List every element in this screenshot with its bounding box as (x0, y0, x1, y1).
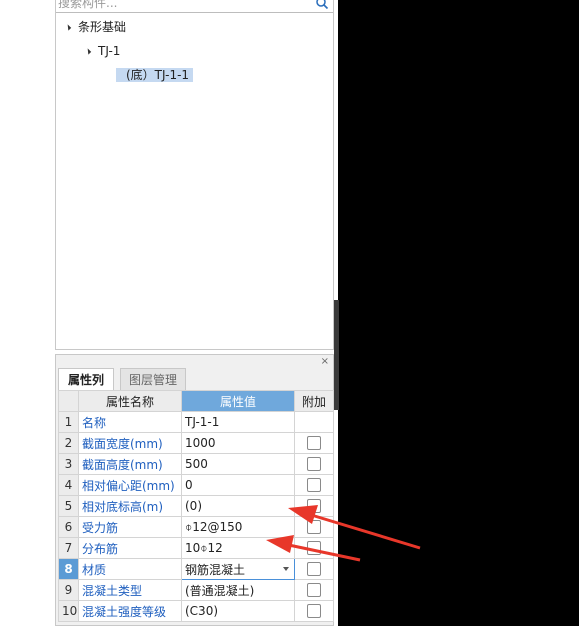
expand-triangle-icon[interactable] (84, 48, 92, 55)
property-table: 属性名称 属性值 附加 1 名称 TJ-1-1 2 截面宽度(mm) 1000 … (58, 390, 334, 622)
search-box (56, 0, 333, 13)
search-icon[interactable] (315, 0, 329, 10)
property-name: 名称 (78, 411, 182, 433)
row-number: 10 (58, 600, 79, 622)
property-name: 截面高度(mm) (78, 453, 182, 475)
property-value[interactable]: (C30) (181, 600, 295, 622)
row-number: 4 (58, 474, 79, 496)
expand-triangle-icon[interactable] (64, 24, 72, 31)
property-name: 材质 (78, 558, 182, 580)
property-name: 混凝土类型 (78, 579, 182, 601)
table-row[interactable]: 8 材质 钢筋混凝土 (58, 558, 334, 580)
table-row[interactable]: 4 相对偏心距(mm) 0 (58, 474, 334, 496)
properties-panel: × 属性列表 图层管理 属性名称 属性值 附加 1 名称 TJ-1-1 2 (55, 354, 334, 626)
extra-checkbox[interactable] (307, 583, 321, 597)
search-input[interactable] (58, 0, 308, 10)
tree-node-label: (底）TJ-1-1 (116, 68, 194, 82)
table-row[interactable]: 10 混凝土强度等级 (C30) (58, 600, 334, 622)
property-value[interactable]: 1000 (181, 432, 295, 454)
row-number: 1 (58, 411, 79, 433)
tree-node-label: 条形基础 (78, 20, 127, 34)
property-name: 分布筋 (78, 537, 182, 559)
property-name-header: 属性名称 (78, 390, 182, 412)
tree-node-label: TJ-1 (98, 44, 121, 58)
table-row[interactable]: 5 相对底标高(m) (0) (58, 495, 334, 517)
table-row[interactable]: 1 名称 TJ-1-1 (58, 411, 334, 433)
property-value[interactable]: 0 (181, 474, 295, 496)
table-row[interactable]: 7 分布筋 10⌽12 (58, 537, 334, 559)
property-value-header: 属性值 (181, 390, 295, 412)
row-number: 5 (58, 495, 79, 517)
row-number-header (58, 390, 79, 412)
row-number: 7 (58, 537, 79, 559)
extra-checkbox[interactable] (307, 562, 321, 576)
dark-background (338, 0, 579, 626)
tree-node-tj1-1[interactable]: (底）TJ-1-1 (116, 65, 194, 85)
extra-checkbox[interactable] (307, 499, 321, 513)
extra-checkbox[interactable] (307, 478, 321, 492)
close-icon[interactable]: × (321, 356, 329, 368)
component-tree-panel: 条形基础 TJ-1 (底）TJ-1-1 (55, 0, 334, 350)
panel-splitter[interactable] (334, 300, 339, 410)
extra-checkbox[interactable] (307, 520, 321, 534)
property-name: 相对偏心距(mm) (78, 474, 182, 496)
table-row[interactable]: 6 受力筋 ⌽12@150 (58, 516, 334, 538)
property-value[interactable]: 500 (181, 453, 295, 475)
row-number: 6 (58, 516, 79, 538)
property-name: 受力筋 (78, 516, 182, 538)
tree-node-tj1[interactable]: TJ-1 (84, 41, 121, 61)
extra-cell (294, 411, 334, 433)
extra-checkbox[interactable] (307, 436, 321, 450)
property-name: 相对底标高(m) (78, 495, 182, 517)
property-value[interactable]: (0) (181, 495, 295, 517)
extra-header: 附加 (294, 390, 334, 412)
extra-checkbox[interactable] (307, 457, 321, 471)
table-row[interactable]: 9 混凝土类型 (普通混凝土) (58, 579, 334, 601)
property-value[interactable]: 10⌽12 (181, 537, 295, 559)
dropdown-value: 钢筋混凝土 (185, 562, 246, 577)
tab-property-list[interactable]: 属性列表 (58, 368, 114, 409)
property-name: 混凝土强度等级 (78, 600, 182, 622)
property-value[interactable]: ⌽12@150 (181, 516, 295, 538)
property-name: 截面宽度(mm) (78, 432, 182, 454)
row-number: 8 (58, 558, 79, 580)
tree-node-strip-foundation[interactable]: 条形基础 (64, 17, 127, 37)
tab-layer-management[interactable]: 图层管理 (120, 368, 186, 390)
row-number: 2 (58, 432, 79, 454)
property-value[interactable]: TJ-1-1 (181, 411, 295, 433)
extra-checkbox[interactable] (307, 604, 321, 618)
table-row[interactable]: 2 截面宽度(mm) 1000 (58, 432, 334, 454)
row-number: 3 (58, 453, 79, 475)
material-dropdown[interactable]: 钢筋混凝土 (181, 558, 295, 580)
row-number: 9 (58, 579, 79, 601)
property-value[interactable]: (普通混凝土) (181, 579, 295, 601)
table-row[interactable]: 3 截面高度(mm) 500 (58, 453, 334, 475)
extra-checkbox[interactable] (307, 541, 321, 555)
chevron-down-icon[interactable] (283, 567, 289, 571)
